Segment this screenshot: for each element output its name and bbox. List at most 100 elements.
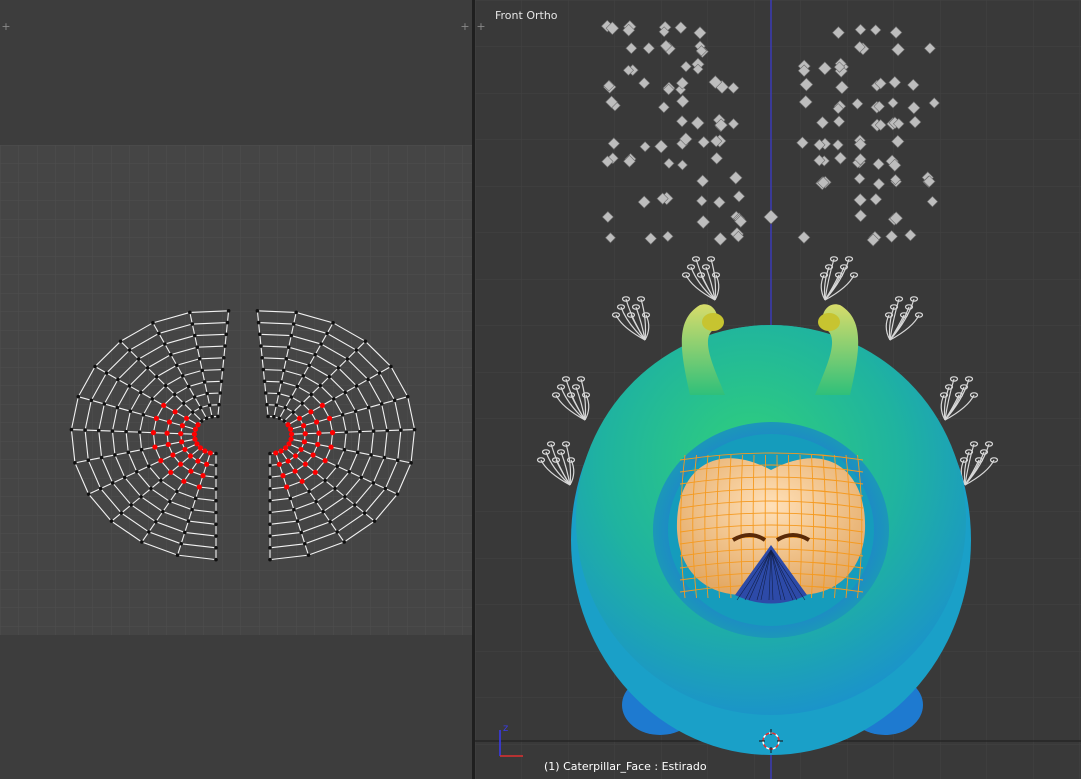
uv-vertex[interactable]: [157, 331, 161, 336]
uv-vertex[interactable]: [217, 402, 221, 407]
selected-uv-vertex[interactable]: [302, 461, 308, 467]
uv-vertex[interactable]: [193, 496, 198, 501]
uv-vertex[interactable]: [392, 398, 397, 403]
uv-vertex[interactable]: [362, 511, 367, 515]
uv-vertex[interactable]: [216, 414, 220, 419]
selected-uv-vertex[interactable]: [276, 461, 282, 467]
uv-vertex[interactable]: [195, 345, 200, 349]
uv-vertex[interactable]: [272, 414, 276, 419]
uv-vertex[interactable]: [214, 546, 218, 550]
uv-vertex[interactable]: [291, 410, 296, 414]
selected-uv-vertex[interactable]: [181, 478, 187, 484]
uv-vertex[interactable]: [76, 394, 81, 399]
uv-vertex[interactable]: [323, 478, 327, 483]
uv-vertex[interactable]: [301, 374, 306, 378]
uv-vertex[interactable]: [134, 469, 139, 474]
uv-vertex[interactable]: [291, 322, 296, 326]
uv-vertex[interactable]: [343, 390, 347, 395]
uv-vertex[interactable]: [331, 397, 336, 401]
uv-vertex[interactable]: [220, 367, 225, 372]
uv-vertex[interactable]: [307, 489, 311, 494]
selected-uv-vertex[interactable]: [284, 484, 290, 490]
uv-vertex[interactable]: [168, 499, 172, 504]
selected-uv-vertex[interactable]: [285, 422, 291, 428]
uv-vertex[interactable]: [256, 320, 261, 325]
uv-vertex[interactable]: [154, 374, 159, 379]
uv-vertex[interactable]: [154, 519, 158, 524]
uv-vertex[interactable]: [159, 478, 163, 483]
selected-uv-vertex[interactable]: [178, 431, 184, 437]
uv-vertex[interactable]: [325, 331, 329, 336]
uv-vertex[interactable]: [210, 414, 214, 419]
uv-vertex[interactable]: [73, 461, 77, 465]
selected-uv-vertex[interactable]: [328, 444, 334, 450]
uv-vertex[interactable]: [172, 392, 177, 397]
uv-vertex[interactable]: [174, 363, 179, 368]
selected-uv-vertex[interactable]: [283, 445, 289, 451]
uv-vertex[interactable]: [268, 475, 272, 479]
uv-vertex[interactable]: [268, 557, 272, 562]
selected-uv-vertex[interactable]: [192, 436, 198, 442]
uv-vertex[interactable]: [96, 428, 101, 433]
uv-vertex[interactable]: [328, 519, 332, 524]
uv-vertex[interactable]: [344, 430, 349, 434]
uv-vertex[interactable]: [366, 405, 371, 410]
uv-vertex[interactable]: [141, 412, 146, 417]
uv-vertex[interactable]: [412, 427, 417, 432]
selected-uv-vertex[interactable]: [153, 415, 159, 422]
uv-vertex[interactable]: [319, 342, 323, 346]
uv-vertex[interactable]: [161, 509, 165, 514]
uv-vertex[interactable]: [399, 428, 403, 432]
uv-vertex[interactable]: [265, 402, 269, 407]
uv-vertex[interactable]: [199, 419, 204, 423]
uv-canvas[interactable]: [0, 0, 472, 779]
uv-vertex[interactable]: [282, 419, 287, 423]
selected-uv-vertex[interactable]: [301, 439, 307, 445]
uv-vertex[interactable]: [207, 403, 212, 407]
uv-vertex[interactable]: [202, 380, 207, 384]
uv-vertex[interactable]: [292, 507, 296, 512]
uv-vertex[interactable]: [197, 356, 202, 361]
uv-vertex[interactable]: [313, 352, 317, 357]
selected-uv-vertex[interactable]: [288, 436, 294, 442]
selected-uv-vertex[interactable]: [298, 446, 304, 453]
uv-vertex[interactable]: [262, 379, 267, 384]
uv-vertex[interactable]: [224, 332, 229, 337]
selected-uv-vertex[interactable]: [204, 461, 210, 467]
uv-vertex[interactable]: [110, 481, 115, 485]
uv-vertex[interactable]: [127, 384, 132, 388]
uv-vertex[interactable]: [149, 486, 153, 491]
uv-vertex[interactable]: [214, 557, 218, 562]
selected-uv-vertex[interactable]: [322, 457, 328, 464]
selected-uv-vertex[interactable]: [202, 448, 208, 454]
uv-vertex[interactable]: [321, 509, 325, 514]
uv-vertex[interactable]: [354, 348, 359, 352]
uv-vertex[interactable]: [147, 530, 151, 534]
uv-vertex[interactable]: [277, 416, 282, 421]
uv-vertex[interactable]: [257, 332, 262, 337]
uv-vertex[interactable]: [353, 409, 358, 413]
uv-vertex[interactable]: [205, 391, 209, 396]
uv-vertex[interactable]: [366, 377, 370, 382]
uv-vertex[interactable]: [175, 553, 180, 557]
uv-vertex[interactable]: [190, 410, 195, 414]
selected-face-mesh[interactable]: [676, 452, 866, 604]
uv-vertex[interactable]: [331, 321, 335, 325]
uv-vertex[interactable]: [342, 447, 347, 452]
uv-vertex[interactable]: [281, 368, 286, 373]
selected-uv-vertex[interactable]: [308, 409, 314, 415]
uv-vertex[interactable]: [343, 494, 347, 499]
uv-vertex[interactable]: [303, 541, 307, 546]
selected-uv-vertex[interactable]: [310, 452, 316, 458]
uv-vertex[interactable]: [340, 412, 345, 417]
selected-uv-vertex[interactable]: [278, 448, 284, 454]
uv-vertex[interactable]: [69, 427, 74, 432]
selected-uv-vertex[interactable]: [195, 458, 201, 464]
selected-uv-vertex[interactable]: [178, 461, 184, 467]
uv-vertex[interactable]: [86, 458, 91, 463]
selected-uv-vertex[interactable]: [313, 419, 320, 425]
uv-vertex[interactable]: [190, 507, 194, 512]
selected-uv-vertex[interactable]: [164, 430, 170, 436]
uv-vertex[interactable]: [139, 447, 144, 452]
uv-vertex[interactable]: [289, 395, 294, 399]
